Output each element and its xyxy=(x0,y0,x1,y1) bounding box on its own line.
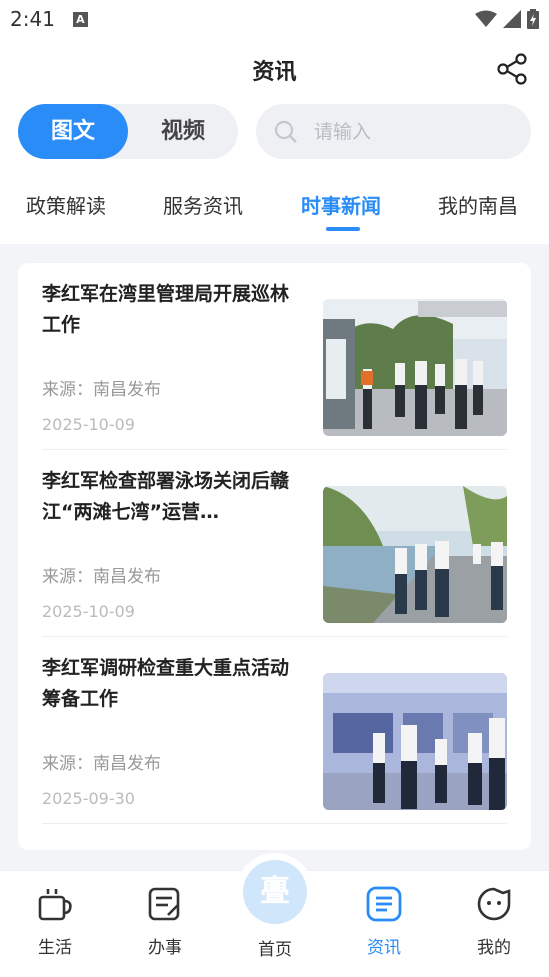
nav-news-label: 资讯 xyxy=(367,938,401,958)
document-edit-icon xyxy=(148,887,180,921)
news-date: 2025-10-09 xyxy=(42,602,135,621)
news-title[interactable]: 李红军在湾里管理局开展巡林工作 xyxy=(42,279,297,341)
news-thumbnail[interactable] xyxy=(323,486,507,623)
share-icon[interactable] xyxy=(495,52,529,86)
news-title[interactable]: 李红军检查部署泳场关闭后赣江“两滩七湾”运营… xyxy=(42,466,297,528)
battery-icon xyxy=(527,9,539,29)
news-thumbnail[interactable] xyxy=(323,299,507,436)
news-date: 2025-10-09 xyxy=(42,415,135,434)
nav-news[interactable]: 资讯 xyxy=(344,885,424,958)
news-title[interactable]: 李红军调研检查重大重点活动筹备工作 xyxy=(42,653,297,715)
signal-icon xyxy=(503,10,521,28)
tab-my-nanchang[interactable]: 我的南昌 xyxy=(438,190,518,219)
nav-mine[interactable]: 我的 xyxy=(454,885,534,958)
nav-home[interactable]: 亹 xyxy=(236,853,314,931)
home-logo-icon: 亹 xyxy=(243,860,307,924)
bottom-nav: 生活 办事 亹 首页 资讯 我的 xyxy=(0,853,549,977)
toggle-image-text[interactable]: 图文 xyxy=(18,104,128,159)
smiley-profile-icon xyxy=(477,887,511,921)
news-source: 来源：南昌发布 xyxy=(42,754,161,774)
news-item[interactable]: 李红军检查部署泳场关闭后赣江“两滩七湾”运营… 来源：南昌发布 2025-10-… xyxy=(42,450,507,637)
news-source: 来源：南昌发布 xyxy=(42,567,161,587)
tab-service-news[interactable]: 服务资讯 xyxy=(163,190,243,219)
toggle-video[interactable]: 视频 xyxy=(128,104,238,159)
news-list-icon xyxy=(366,886,402,922)
status-time: 2:41 xyxy=(10,7,55,31)
news-date: 2025-09-30 xyxy=(42,789,135,808)
category-tabs: 政策解读 服务资讯 时事新闻 我的南昌 xyxy=(0,178,549,238)
nav-life-label: 生活 xyxy=(38,938,72,958)
content-type-toggle: 图文 视频 xyxy=(18,104,238,159)
news-item[interactable]: 李红军在湾里管理局开展巡林工作 来源：南昌发布 2025-10-09 xyxy=(42,263,507,450)
status-bar: 2:41 A xyxy=(0,0,549,38)
wifi-icon xyxy=(475,10,497,27)
nav-affairs[interactable]: 办事 xyxy=(125,885,205,958)
tab-policy[interactable]: 政策解读 xyxy=(26,190,106,219)
notification-icon: A xyxy=(72,11,88,27)
nav-mine-label: 我的 xyxy=(477,938,511,958)
news-list-card: 李红军在湾里管理局开展巡林工作 来源：南昌发布 2025-10-09 李红军检查… xyxy=(18,263,531,850)
coffee-cup-icon xyxy=(38,889,72,921)
nav-home-label[interactable]: 首页 xyxy=(236,935,314,960)
news-thumbnail[interactable] xyxy=(323,673,507,810)
search-input[interactable] xyxy=(314,104,514,159)
page-title: 资讯 xyxy=(252,60,297,85)
nav-affairs-label: 办事 xyxy=(148,938,182,958)
news-item[interactable]: 李红军调研检查重大重点活动筹备工作 来源：南昌发布 2025-09-30 xyxy=(42,637,507,824)
nav-life[interactable]: 生活 xyxy=(15,885,95,958)
news-source: 来源：南昌发布 xyxy=(42,380,161,400)
search-icon xyxy=(274,120,297,143)
search-box[interactable] xyxy=(256,104,531,159)
title-bar: 资讯 xyxy=(0,44,549,98)
active-tab-indicator xyxy=(326,227,360,231)
tab-current-news[interactable]: 时事新闻 xyxy=(301,190,381,219)
